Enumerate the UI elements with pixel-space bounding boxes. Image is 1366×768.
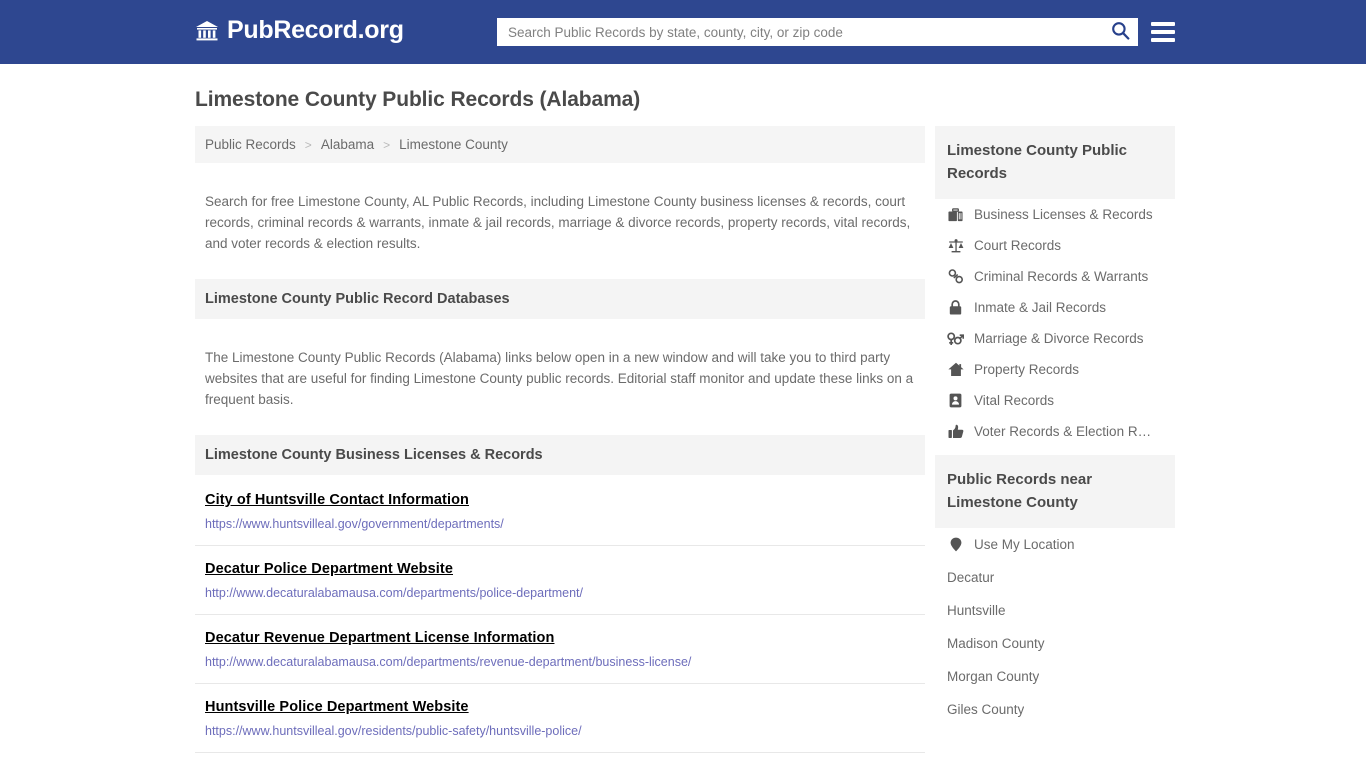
breadcrumb: Public Records > Alabama > Limestone Cou… xyxy=(195,126,925,163)
business-results-list: City of Huntsville Contact Information h… xyxy=(195,475,925,768)
result-url-link[interactable]: https://www.huntsvilleal.gov/government/… xyxy=(205,516,915,532)
result-url-link[interactable]: http://www.decaturalabamausa.com/departm… xyxy=(205,654,915,670)
sidebar-item-label: Court Records xyxy=(974,238,1062,253)
list-item: Decatur Police Department Website http:/… xyxy=(195,546,925,615)
site-logo-text: PubRecord.org xyxy=(227,16,404,44)
sidebar-item-label: Criminal Records & Warrants xyxy=(974,269,1149,284)
sidebar-item-criminal-records[interactable]: Criminal Records & Warrants xyxy=(935,261,1175,292)
databases-description: The Limestone County Public Records (Ala… xyxy=(205,349,914,407)
sidebar-item-label: Decatur xyxy=(947,570,995,585)
briefcase-icon xyxy=(947,207,964,222)
sidebar-item-property-records[interactable]: Property Records xyxy=(935,354,1175,385)
hamburger-menu-icon[interactable] xyxy=(1151,19,1175,45)
sidebar: Limestone County Public Records Business… xyxy=(935,126,1175,734)
sidebar-item-label: Marriage & Divorce Records xyxy=(974,331,1144,346)
id-badge-icon xyxy=(947,393,964,408)
sidebar-item-label: Madison County xyxy=(947,636,1045,651)
result-url-link[interactable]: http://www.decaturalabamausa.com/departm… xyxy=(205,585,915,601)
lock-icon xyxy=(947,300,964,315)
breadcrumb-item-public-records[interactable]: Public Records xyxy=(205,137,296,152)
list-item: City of Huntsville Contact Information h… xyxy=(195,475,925,546)
map-pin-icon xyxy=(947,537,964,552)
sidebar-item-voter-records[interactable]: Voter Records & Election R… xyxy=(935,416,1175,447)
sidebar-panel-nearby: Public Records near Limestone County Use… xyxy=(935,455,1175,726)
result-url-link[interactable]: https://www.huntsvilleal.gov/residents/p… xyxy=(205,723,915,739)
search-input[interactable] xyxy=(498,19,1103,45)
hamburger-bar xyxy=(1151,22,1175,26)
venus-mars-icon xyxy=(947,331,964,346)
sidebar-item-business-licenses[interactable]: Business Licenses & Records xyxy=(935,199,1175,230)
sidebar-item-giles-county[interactable]: Giles County xyxy=(935,693,1175,726)
sidebar-item-label: Voter Records & Election R… xyxy=(974,424,1152,439)
content-columns: Public Records > Alabama > Limestone Cou… xyxy=(0,126,1366,768)
bank-icon xyxy=(195,20,219,42)
search-button[interactable] xyxy=(1103,19,1137,45)
site-header: PubRecord.org xyxy=(0,0,1366,64)
sidebar-item-label: Use My Location xyxy=(974,537,1075,552)
breadcrumb-item-alabama[interactable]: Alabama xyxy=(321,137,374,152)
sidebar-item-label: Vital Records xyxy=(974,393,1055,408)
sidebar-heading-records: Limestone County Public Records xyxy=(935,126,1175,199)
breadcrumb-separator: > xyxy=(383,137,391,152)
sidebar-item-morgan-county[interactable]: Morgan County xyxy=(935,660,1175,693)
sidebar-item-decatur[interactable]: Decatur xyxy=(935,561,1175,594)
sidebar-item-label: Inmate & Jail Records xyxy=(974,300,1107,315)
hamburger-bar xyxy=(1151,38,1175,42)
home-icon xyxy=(947,362,964,377)
sidebar-item-marriage-divorce-records[interactable]: Marriage & Divorce Records xyxy=(935,323,1175,354)
list-item: Huntsville Police Department Website htt… xyxy=(195,684,925,753)
site-logo[interactable]: PubRecord.org xyxy=(195,18,404,43)
list-item: Limestone County Business License Search… xyxy=(195,753,925,768)
sidebar-item-madison-county[interactable]: Madison County xyxy=(935,627,1175,660)
sidebar-item-label: Huntsville xyxy=(947,603,1006,618)
handcuffs-icon xyxy=(947,269,964,284)
sidebar-panel-records: Limestone County Public Records Business… xyxy=(935,126,1175,447)
result-title-link[interactable]: Huntsville Police Department Website xyxy=(205,699,469,715)
list-item: Decatur Revenue Department License Infor… xyxy=(195,615,925,684)
sidebar-item-court-records[interactable]: Court Records xyxy=(935,230,1175,261)
result-title-link[interactable]: City of Huntsville Contact Information xyxy=(205,492,469,508)
sidebar-item-use-my-location[interactable]: Use My Location xyxy=(935,528,1175,561)
breadcrumb-separator: > xyxy=(304,137,312,152)
thumbs-up-icon xyxy=(947,424,964,439)
page-title: Limestone County Public Records (Alabama… xyxy=(195,88,641,111)
sidebar-item-label: Giles County xyxy=(947,702,1025,717)
breadcrumb-item-limestone-county: Limestone County xyxy=(399,137,508,152)
result-title-link[interactable]: Decatur Police Department Website xyxy=(205,561,453,577)
result-title-link[interactable]: Decatur Revenue Department License Infor… xyxy=(205,630,554,646)
page-body: Limestone County Public Records (Alabama… xyxy=(0,64,1366,768)
sidebar-item-label: Property Records xyxy=(974,362,1080,377)
sidebar-nearby-list: Use My Location Decatur Huntsville Madis… xyxy=(935,528,1175,726)
sidebar-item-huntsville[interactable]: Huntsville xyxy=(935,594,1175,627)
sidebar-item-inmate-jail-records[interactable]: Inmate & Jail Records xyxy=(935,292,1175,323)
section-header-databases: Limestone County Public Record Databases xyxy=(195,279,925,319)
sidebar-item-vital-records[interactable]: Vital Records xyxy=(935,385,1175,416)
hamburger-bar xyxy=(1151,30,1175,34)
search-bar xyxy=(497,18,1138,46)
sidebar-item-label: Morgan County xyxy=(947,669,1040,684)
search-icon xyxy=(1111,21,1130,43)
sidebar-heading-nearby: Public Records near Limestone County xyxy=(935,455,1175,528)
scales-of-justice-icon xyxy=(947,238,964,253)
sidebar-item-label: Business Licenses & Records xyxy=(974,207,1153,222)
section-header-business-licenses: Limestone County Business Licenses & Rec… xyxy=(195,435,925,475)
intro-paragraph: Search for free Limestone County, AL Pub… xyxy=(205,193,911,251)
main-column: Public Records > Alabama > Limestone Cou… xyxy=(195,126,925,768)
sidebar-records-list: Business Licenses & Records Court Record… xyxy=(935,199,1175,447)
